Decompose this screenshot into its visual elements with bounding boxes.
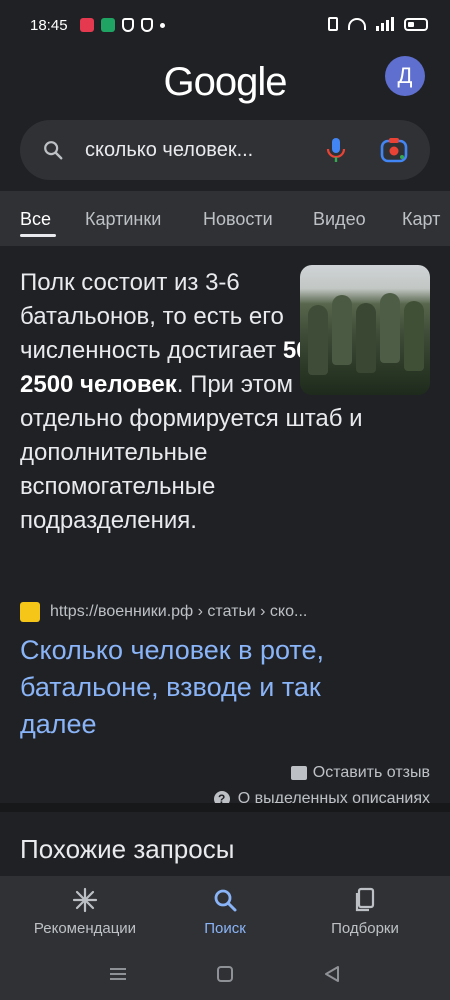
system-status-icons: [328, 17, 428, 31]
nav-collections-label: Подборки: [331, 920, 399, 937]
dot-icon: [160, 22, 165, 28]
app-notification-icon: [101, 18, 115, 32]
nav-recommendations[interactable]: Рекомендации: [10, 876, 160, 956]
nav-collections[interactable]: Подборки: [290, 876, 440, 956]
search-bar[interactable]: сколько человек...: [20, 120, 430, 180]
status-bar: 18:45: [0, 0, 450, 56]
related-searches-title: Похожие запросы: [20, 834, 235, 864]
signal-icon: [376, 17, 394, 31]
search-tabs: Все Картинки Новости Видео Карт: [0, 191, 450, 246]
vibrate-icon: [328, 17, 338, 31]
microphone-icon[interactable]: [324, 136, 348, 164]
tab-news[interactable]: Новости: [203, 209, 273, 230]
account-avatar[interactable]: Д: [385, 56, 425, 96]
leave-feedback-label: Оставить отзыв: [312, 764, 430, 781]
section-divider: [0, 803, 450, 812]
notification-icons: [80, 18, 165, 32]
menu-icon[interactable]: [106, 964, 130, 984]
asterisk-icon: [72, 887, 98, 913]
back-icon[interactable]: [320, 964, 344, 984]
home-icon[interactable]: [213, 964, 237, 984]
nav-recommendations-label: Рекомендации: [33, 920, 137, 937]
battery-icon: [404, 17, 428, 31]
tab-video[interactable]: Видео: [313, 209, 366, 230]
tab-all[interactable]: Все: [20, 209, 51, 230]
search-input[interactable]: сколько человек...: [85, 139, 253, 162]
result-source[interactable]: https://военники.рф › статьи › ско...: [20, 602, 307, 622]
tab-maps[interactable]: Карт: [402, 209, 440, 230]
google-logo: Google: [163, 60, 288, 104]
app-notification-icon: [80, 18, 94, 32]
snippet-text-before: Полк состоит из 3-6 батальонов, то есть …: [20, 269, 284, 364]
active-tab-indicator: [20, 234, 56, 237]
system-navigation-bar: [0, 956, 450, 1000]
wifi-icon: [348, 18, 366, 30]
leave-feedback-button[interactable]: Оставить отзыв: [290, 764, 430, 782]
nav-search[interactable]: Поиск: [150, 876, 300, 956]
shield-icon: [122, 18, 134, 32]
bottom-navigation: Рекомендации Поиск Подборки: [0, 876, 450, 956]
nav-search-label: Поиск: [204, 920, 246, 937]
shield-check-icon: [141, 18, 153, 32]
google-lens-icon[interactable]: [380, 137, 408, 163]
feedback-icon: [290, 766, 307, 780]
tab-images[interactable]: Картинки: [85, 209, 161, 230]
result-title-link[interactable]: Сколько человек в роте, батальоне, взвод…: [20, 632, 400, 743]
source-url[interactable]: https://военники.рф › статьи › ско...: [50, 603, 307, 621]
search-icon: [44, 141, 63, 160]
status-time: 18:45: [30, 17, 68, 34]
snippet-thumbnail-image[interactable]: [300, 265, 430, 395]
site-favicon-icon: [20, 602, 40, 622]
search-icon: [214, 889, 237, 912]
collections-icon: [355, 887, 375, 912]
